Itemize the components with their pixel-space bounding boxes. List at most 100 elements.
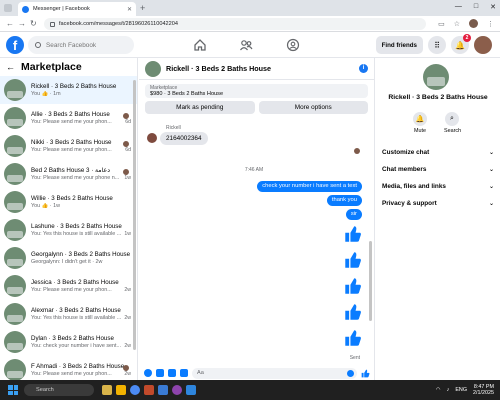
message-input[interactable]: Aa bbox=[192, 367, 357, 379]
wifi-icon[interactable]: ◠ bbox=[436, 387, 441, 393]
search-input[interactable] bbox=[46, 41, 126, 49]
contact-avatar[interactable] bbox=[423, 64, 449, 90]
item-label: Chat members bbox=[382, 165, 427, 173]
conversation-avatar bbox=[4, 219, 26, 241]
conversation-item[interactable]: Alexmar · 3 Beds 2 Baths House You: Yes t… bbox=[0, 300, 137, 328]
message-thread: Rickell 2164002364 7:46 AM check your nu… bbox=[139, 117, 374, 361]
back-arrow-icon[interactable]: ← bbox=[6, 62, 15, 72]
conversation-item[interactable]: Rickell · 3 Beds 2 Baths House You 👍 · 1m bbox=[0, 76, 137, 104]
facebook-search[interactable] bbox=[28, 36, 134, 54]
media-files-item[interactable]: Media, files and links ⌄ bbox=[382, 178, 494, 194]
new-tab-icon[interactable]: + bbox=[140, 3, 145, 13]
clock[interactable]: 8:47 PM 2/1/2025 bbox=[473, 384, 494, 396]
taskbar: Search ◠ ♪ ENG 8:47 PM 2/1/2025 bbox=[0, 380, 500, 400]
taskbar-app-icon[interactable] bbox=[158, 385, 168, 395]
thumbs-up-icon[interactable] bbox=[344, 225, 362, 243]
thumbs-up-icon[interactable] bbox=[344, 303, 362, 321]
cast-icon[interactable]: ▭ bbox=[438, 20, 445, 28]
taskbar-app-icon[interactable] bbox=[186, 385, 196, 395]
conversation-item[interactable]: Lashune · 3 Beds 2 Baths House You: Yes t… bbox=[0, 216, 137, 244]
taskbar-app-icon[interactable] bbox=[172, 385, 182, 395]
taskbar-search[interactable]: Search bbox=[24, 384, 94, 396]
back-icon[interactable]: ← bbox=[6, 19, 14, 28]
conversation-time: 2w bbox=[124, 371, 131, 377]
gif-icon[interactable] bbox=[180, 369, 188, 377]
account-avatar[interactable] bbox=[474, 36, 492, 54]
privacy-support-item[interactable]: Privacy & support ⌄ bbox=[382, 195, 494, 211]
search-icon: ⌕ bbox=[445, 112, 459, 126]
groups-icon[interactable] bbox=[286, 38, 300, 52]
browser-tab-messenger[interactable]: Messenger | Facebook ✕ bbox=[18, 2, 136, 16]
reload-icon[interactable]: ↻ bbox=[30, 19, 37, 28]
conversation-item[interactable]: Bed 2 Baths House 3 · دعامة You: Please s… bbox=[0, 160, 137, 188]
minimize-icon[interactable]: — bbox=[455, 3, 462, 11]
find-friends-button[interactable]: Find friends bbox=[375, 36, 423, 54]
conversation-item[interactable]: F Ahmadi · 3 Beds 2 Baths House You: Plea… bbox=[0, 356, 137, 380]
forward-icon[interactable]: → bbox=[18, 19, 26, 28]
conversation-avatar bbox=[4, 107, 26, 129]
notifications-button[interactable]: 🔔 2 bbox=[451, 34, 471, 54]
list-scrollbar[interactable] bbox=[133, 80, 136, 350]
home-icon[interactable] bbox=[193, 38, 207, 52]
incoming-message[interactable]: 2164002364 bbox=[160, 132, 208, 145]
chat-avatar[interactable] bbox=[145, 60, 161, 77]
thumbs-up-icon[interactable] bbox=[344, 277, 362, 295]
file-explorer-icon[interactable] bbox=[116, 385, 126, 395]
chat-scrollbar[interactable] bbox=[369, 241, 372, 321]
close-window-icon[interactable]: ✕ bbox=[490, 3, 496, 11]
site-info-icon[interactable] bbox=[50, 21, 55, 27]
chat-members-item[interactable]: Chat members ⌄ bbox=[382, 161, 494, 177]
thumbs-up-icon[interactable] bbox=[344, 329, 362, 347]
conversation-item[interactable]: Allie · 3 Beds 2 Baths House You: Please … bbox=[0, 104, 137, 132]
thumbs-up-icon[interactable] bbox=[344, 251, 362, 269]
url-field[interactable]: facebook.com/messages/t/2819602611004220… bbox=[44, 18, 426, 30]
chat-title[interactable]: Rickell · 3 Beds 2 Baths House bbox=[166, 64, 354, 73]
volume-icon[interactable]: ♪ bbox=[447, 387, 450, 393]
conversation-item[interactable]: Willie · 3 Beds 2 Baths House You 👍 · 1w bbox=[0, 188, 137, 216]
conversation-item[interactable]: Nikki · 3 Beds 2 Baths House You: Please … bbox=[0, 132, 137, 160]
mute-button[interactable]: 🔔 Mute bbox=[412, 112, 428, 134]
message-placeholder: Aa bbox=[197, 369, 204, 376]
sticker-icon[interactable] bbox=[168, 369, 176, 377]
tab-close-icon[interactable]: ✕ bbox=[127, 6, 132, 13]
taskbar-app-icon[interactable] bbox=[144, 385, 154, 395]
conversation-item[interactable]: Jessica · 3 Beds 2 Baths House You: Pleas… bbox=[0, 272, 137, 300]
customize-chat-item[interactable]: Customize chat ⌄ bbox=[382, 144, 494, 160]
more-options-button[interactable]: More options bbox=[258, 101, 368, 114]
bell-icon: 🔔 bbox=[455, 40, 465, 50]
language-indicator[interactable]: ENG bbox=[455, 387, 467, 393]
add-icon[interactable] bbox=[144, 369, 152, 377]
conversation-avatar bbox=[4, 135, 26, 157]
emoji-icon[interactable] bbox=[347, 369, 354, 377]
outgoing-message[interactable]: sir bbox=[345, 209, 362, 220]
maximize-icon[interactable]: □ bbox=[474, 3, 478, 11]
facebook-logo[interactable]: f bbox=[6, 36, 24, 54]
outgoing-message[interactable]: check your number i have sent a text bbox=[257, 181, 362, 192]
friends-icon[interactable] bbox=[239, 38, 253, 52]
browser-menu-icon[interactable]: ⋮ bbox=[487, 20, 494, 28]
sent-status: Sent bbox=[349, 355, 360, 361]
sender-avatar[interactable] bbox=[147, 133, 157, 143]
contact-name: Rickell · 3 Beds 2 Baths House bbox=[388, 94, 488, 101]
outgoing-message[interactable]: thank you bbox=[326, 195, 362, 206]
send-like-icon[interactable] bbox=[361, 369, 370, 378]
browser-profile-avatar[interactable] bbox=[469, 19, 478, 28]
conversation-name: Willie · 3 Beds 2 Baths House bbox=[31, 195, 113, 202]
menu-grid-button[interactable]: ⠿ bbox=[428, 36, 446, 54]
conversation-item[interactable]: Dylan · 3 Beds 2 Baths House You: check y… bbox=[0, 328, 137, 356]
mark-pending-button[interactable]: Mark as pending bbox=[145, 101, 255, 114]
search-conversation-button[interactable]: ⌕ Search bbox=[444, 112, 461, 134]
grid-icon: ⠿ bbox=[434, 40, 440, 50]
image-icon[interactable] bbox=[156, 369, 164, 377]
taskbar-app-icon[interactable] bbox=[102, 385, 112, 395]
listing-card[interactable]: Marketplace $980 · 3 Beds 2 Baths House bbox=[145, 84, 368, 98]
conversation-name: Bed 2 Baths House 3 · دعامة bbox=[31, 167, 110, 174]
conversation-avatar bbox=[4, 275, 26, 297]
conversation-item[interactable]: Georgalynn · 3 Beds 2 Baths House Georgal… bbox=[0, 244, 137, 272]
listing-price: $980 · 3 Beds 2 Baths House bbox=[150, 91, 224, 97]
info-icon[interactable]: i bbox=[359, 64, 368, 73]
bookmark-star-icon[interactable]: ☆ bbox=[454, 20, 460, 28]
chrome-icon[interactable] bbox=[130, 385, 140, 395]
tab-menu-icon[interactable] bbox=[4, 4, 12, 12]
windows-start-icon[interactable] bbox=[8, 385, 18, 395]
